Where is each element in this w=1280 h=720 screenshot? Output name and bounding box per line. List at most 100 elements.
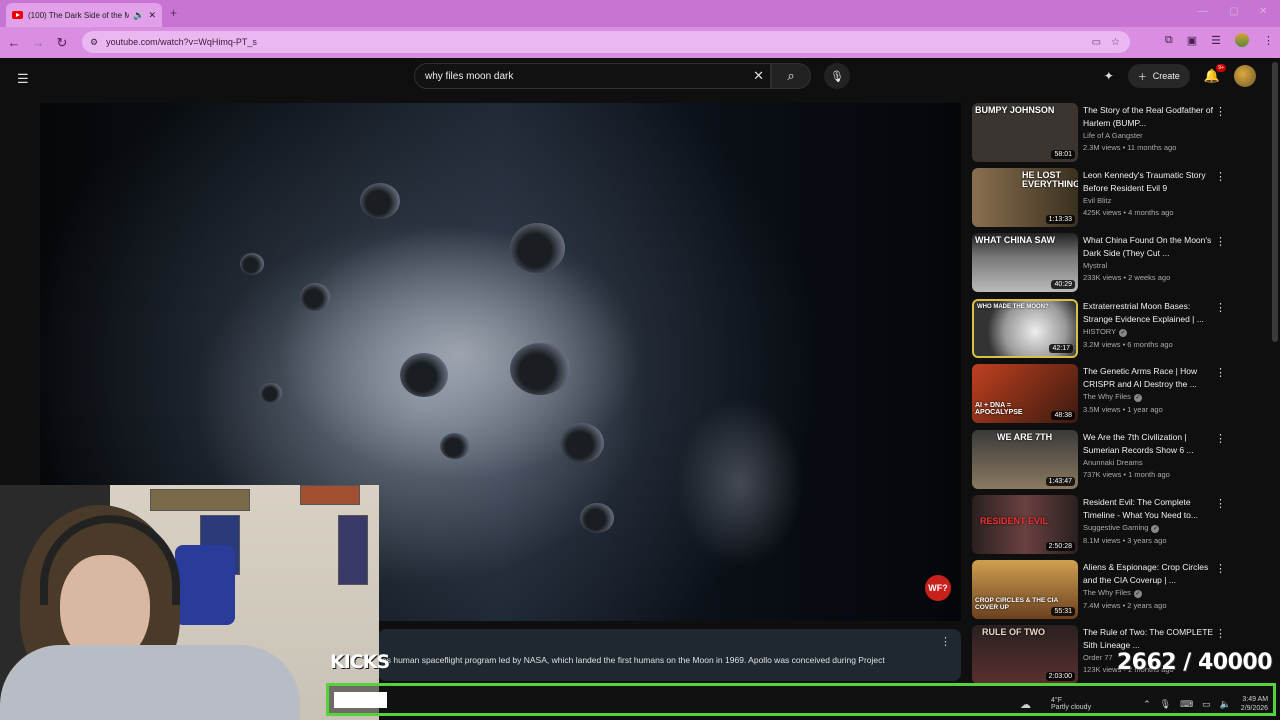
more-actions-icon[interactable]: ⋮ — [1215, 170, 1226, 183]
minimize-button[interactable]: — — [1198, 6, 1208, 17]
profile-avatar[interactable] — [1235, 33, 1249, 47]
site-info-icon[interactable]: ⚙ — [90, 37, 98, 48]
channel-name[interactable]: HISTORY ✓ — [1083, 327, 1215, 337]
wall-poster — [150, 489, 250, 511]
video-description[interactable]: ⋮ es human spaceflight program led by NA… — [378, 629, 961, 681]
more-actions-icon[interactable]: ⋮ — [1215, 627, 1226, 640]
video-title[interactable]: Resident Evil: The Complete Timeline - W… — [1083, 496, 1215, 522]
page-scrollbar[interactable] — [1272, 62, 1278, 342]
streamer-body — [0, 645, 300, 720]
thumbnail-text: RULE OF TWO — [982, 627, 1045, 637]
channel-name[interactable]: Suggestive Gaming ✓ — [1083, 523, 1215, 533]
create-button[interactable]: ＋ Create — [1127, 64, 1190, 88]
video-title[interactable]: We Are the 7th Civilization | Sumerian R… — [1083, 431, 1215, 457]
video-thumbnail[interactable]: RULE OF TWO 2:03:00 — [972, 625, 1078, 684]
channel-name[interactable]: The Why Files ✓ — [1083, 588, 1215, 598]
video-thumbnail[interactable]: WHO MADE THE MOON? 42:17 — [972, 299, 1078, 358]
voice-search-button[interactable]: 🎙 — [824, 63, 850, 89]
channel-name[interactable]: Life of A Gangster — [1083, 131, 1215, 140]
address-bar[interactable]: ⚙ youtube.com/watch?v=WqHimq-PT_s ▭ ☆ — [82, 31, 1130, 53]
more-actions-icon[interactable]: ⋮ — [1215, 366, 1226, 379]
video-title[interactable]: The Rule of Two: The COMPLETE Sith Linea… — [1083, 626, 1215, 652]
forward-arrow-icon[interactable]: → — [26, 35, 50, 50]
new-tab-button[interactable]: + — [170, 6, 177, 20]
recommendation-item[interactable]: RESIDENT EVIL 2:50:28 Resident Evil: The… — [972, 495, 1234, 557]
more-actions-icon[interactable]: ⋮ — [1215, 497, 1226, 510]
microphone-icon: 🎙 — [830, 70, 844, 83]
description-more-icon[interactable]: ⋮ — [940, 635, 951, 648]
more-actions-icon[interactable]: ⋮ — [1215, 105, 1226, 118]
recommendation-item[interactable]: WE ARE 7TH 1:43:47 We Are the 7th Civili… — [972, 430, 1234, 492]
more-actions-icon[interactable]: ⋮ — [1215, 235, 1226, 248]
bookmark-star-icon[interactable]: ☆ — [1111, 37, 1120, 48]
hamburger-menu-icon[interactable]: ☰ — [17, 71, 31, 87]
channel-watermark-badge[interactable]: WF? — [925, 575, 951, 601]
search-button[interactable]: ⌕ — [771, 63, 811, 89]
plus-icon: ＋ — [1137, 71, 1147, 82]
system-clock[interactable]: 3:49 AM 2/9/2026 — [1241, 695, 1268, 713]
speaker-icon[interactable]: 🔈 — [1220, 699, 1231, 710]
video-thumbnail[interactable]: HE LOST EVERYTHING 1:13:33 — [972, 168, 1078, 227]
weather-condition: Partly cloudy — [1051, 704, 1092, 711]
window-close-button[interactable]: ✕ — [1259, 6, 1267, 17]
more-actions-icon[interactable]: ⋮ — [1215, 301, 1226, 314]
reload-icon[interactable]: ↻ — [50, 35, 74, 51]
recommendation-item[interactable]: WHAT CHINA SAW 40:29 What China Found On… — [972, 233, 1234, 295]
weather-widget[interactable]: 4°F Partly cloudy — [1051, 697, 1091, 711]
side-panel-icon[interactable]: ▣ — [1187, 34, 1197, 47]
video-title[interactable]: Aliens & Espionage: Crop Circles and the… — [1083, 561, 1215, 587]
thumbnail-text: RESIDENT EVIL — [980, 516, 1049, 526]
install-app-icon[interactable]: ▭ — [1092, 37, 1101, 48]
recommendation-item[interactable]: WHO MADE THE MOON? 42:17 Extraterrestria… — [972, 299, 1234, 361]
recommendation-item[interactable]: BUMPY JOHNSON 58:01 The Story of the Rea… — [972, 103, 1234, 165]
notifications-bell-icon[interactable]: 🔔 9+ — [1204, 64, 1226, 84]
channel-name[interactable]: Anunnaki Dreams — [1083, 458, 1215, 467]
account-avatar[interactable] — [1234, 65, 1256, 87]
browser-menu-icon[interactable]: ⋮ — [1263, 34, 1274, 47]
video-meta: 737K views • 1 month ago — [1083, 470, 1170, 479]
browser-tab-bar: (100) The Dark Side of the M 🔊 ✕ + — ▢ ✕ — [0, 0, 1280, 27]
youtube-favicon-icon — [12, 11, 23, 19]
tab-close-icon[interactable]: ✕ — [148, 10, 156, 21]
display-icon[interactable]: ▭ — [1202, 699, 1211, 710]
channel-name[interactable]: Evil Blitz — [1083, 196, 1215, 205]
video-title[interactable]: What China Found On the Moon's Dark Side… — [1083, 234, 1215, 260]
video-thumbnail[interactable]: RESIDENT EVIL 2:50:28 — [972, 495, 1078, 554]
video-title[interactable]: Leon Kennedy's Traumatic Story Before Re… — [1083, 169, 1215, 195]
more-actions-icon[interactable]: ⋮ — [1215, 432, 1226, 445]
clear-search-icon[interactable]: ✕ — [753, 68, 764, 84]
webcam-overlay — [0, 485, 379, 720]
video-thumbnail[interactable]: WE ARE 7TH 1:43:47 — [972, 430, 1078, 489]
extensions-puzzle-icon[interactable]: ⧉ — [1165, 34, 1173, 47]
video-duration: 48:38 — [1051, 411, 1075, 420]
recommendation-item[interactable]: CROP CIRCLES & THE CIA COVER UP 55:31 Al… — [972, 560, 1234, 622]
channel-name[interactable]: Mystral — [1083, 261, 1215, 270]
channel-name[interactable]: The Why Files ✓ — [1083, 392, 1215, 402]
recommendation-item[interactable]: AI + DNA = APOCALYPSE 48:38 The Genetic … — [972, 364, 1234, 426]
video-title[interactable]: The Story of the Real Godfather of Harle… — [1083, 104, 1215, 130]
reading-list-icon[interactable]: ☰ — [1211, 34, 1221, 47]
back-arrow-icon[interactable]: ← — [2, 35, 26, 50]
keyboard-icon[interactable]: ⌨ — [1180, 699, 1193, 710]
maximize-button[interactable]: ▢ — [1229, 6, 1238, 17]
video-thumbnail[interactable]: AI + DNA = APOCALYPSE 48:38 — [972, 364, 1078, 423]
browser-tab-youtube[interactable]: (100) The Dark Side of the M 🔊 ✕ — [6, 3, 162, 27]
video-thumbnail[interactable]: BUMPY JOHNSON 58:01 — [972, 103, 1078, 162]
verified-badge-icon: ✓ — [1133, 590, 1142, 598]
audio-playing-icon[interactable]: 🔊 — [133, 10, 144, 21]
microphone-icon[interactable]: 🎙 — [1160, 699, 1171, 710]
taskbar: ☁ 4°F Partly cloudy ⌃ 🎙 ⌨ ▭ 🔈 3:49 AM 2/… — [1020, 690, 1275, 718]
video-duration: 1:13:33 — [1045, 215, 1075, 224]
progress-fill — [334, 692, 387, 708]
video-title[interactable]: Extraterrestrial Moon Bases: Strange Evi… — [1083, 300, 1215, 326]
video-thumbnail[interactable]: CROP CIRCLES & THE CIA COVER UP 55:31 — [972, 560, 1078, 619]
video-title[interactable]: The Genetic Arms Race | How CRISPR and A… — [1083, 365, 1215, 391]
create-label: Create — [1152, 71, 1180, 81]
more-actions-icon[interactable]: ⋮ — [1215, 562, 1226, 575]
chevron-up-icon[interactable]: ⌃ — [1143, 699, 1151, 710]
cast-icon[interactable]: ✦ — [1104, 69, 1114, 83]
video-thumbnail[interactable]: WHAT CHINA SAW 40:29 — [972, 233, 1078, 292]
search-input[interactable]: why files moon dark ✕ — [414, 63, 771, 89]
temperature: 4°F — [1051, 697, 1062, 704]
recommendation-item[interactable]: HE LOST EVERYTHING 1:13:33 Leon Kennedy'… — [972, 168, 1234, 230]
